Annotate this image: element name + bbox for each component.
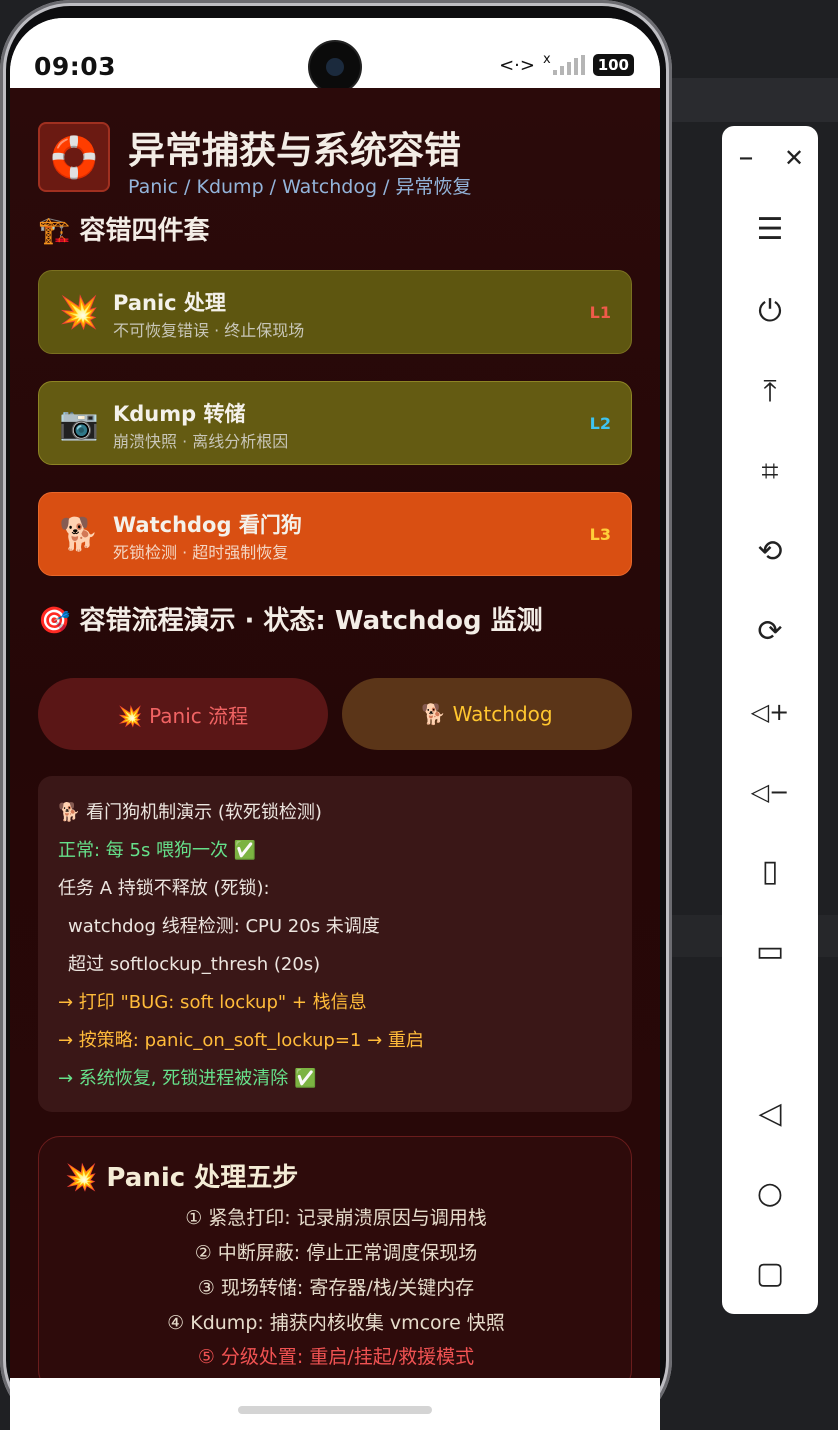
card-name: Watchdog 看门狗 <box>113 513 302 537</box>
crop-icon[interactable]: ⌗ <box>722 452 818 492</box>
lifebuoy-icon: 🛟 <box>40 124 108 190</box>
signal-icon <box>552 55 585 75</box>
network-icon: <·> <box>499 54 535 76</box>
close-icon[interactable]: ✕ <box>770 138 818 178</box>
step-item: ④ Kdump: 捕获内核收集 vmcore 快照 <box>167 1312 505 1334</box>
card-watchdog[interactable]: 🐕 Watchdog 看门狗 死锁检测 · 超时强制恢复 L3 <box>38 492 632 576</box>
camera-flash-icon: 📷 <box>59 404 99 442</box>
home-indicator[interactable] <box>238 1406 432 1414</box>
crane-icon: 🏗️ <box>38 216 71 246</box>
log-line: 超过 softlockup_thresh (20s) <box>68 954 321 975</box>
step-item: ① 紧急打印: 记录崩溃原因与调用栈 <box>185 1207 487 1229</box>
step-item: ⑤ 分级处置: 重启/挂起/救援模式 <box>197 1346 475 1368</box>
minimize-icon[interactable]: – <box>722 138 770 178</box>
steps-title: 💥 Panic 处理五步 <box>65 1163 299 1193</box>
emulator-toolbar: – ✕ ☰ ⏻ ⤒ ⌗ ⟲ ⟳ ◁+ ◁− ▯ ▭ ◁ ○ ▢ <box>722 126 818 1314</box>
card-panic[interactable]: 💥 Panic 处理 不可恢复错误 · 终止保现场 L1 <box>38 270 632 354</box>
section-title-demo: 🎯 容错流程演示 · 状态: Watchdog 监测 <box>38 600 543 637</box>
page-subtitle: Panic / Kdump / Watchdog / 异常恢复 <box>128 176 472 198</box>
log-line: 🐕 看门狗机制演示 (软死锁检测) <box>58 802 322 823</box>
volume-down-icon[interactable]: ◁− <box>722 772 818 812</box>
card-level: L3 <box>589 525 611 544</box>
target-icon: 🎯 <box>38 606 71 636</box>
log-line: → 打印 "BUG: soft lockup" + 栈信息 <box>58 992 367 1013</box>
power-icon[interactable]: ⏻ <box>722 292 818 332</box>
card-name: Kdump 转储 <box>113 402 246 426</box>
card-level: L1 <box>589 303 611 322</box>
rotate-right-icon[interactable]: ⟳ <box>722 612 818 652</box>
card-kdump[interactable]: 📷 Kdump 转储 崩溃快照 · 离线分析根因 L2 <box>38 381 632 465</box>
home-icon[interactable]: ○ <box>722 1174 818 1214</box>
back-icon[interactable]: ◁ <box>722 1094 818 1134</box>
watchdog-button[interactable]: 🐕 Watchdog <box>342 678 632 750</box>
log-line: 正常: 每 5s 喂狗一次 ✅ <box>58 840 257 861</box>
gesture-bar-area <box>10 1378 660 1430</box>
phone-frame: 09:03 <·> x 100 🛟 异常捕获与系统容错 Panic / Kdum… <box>0 0 672 1430</box>
demo-log-panel: 🐕 看门狗机制演示 (软死锁检测) 正常: 每 5s 喂狗一次 ✅ 任务 A 持… <box>38 776 632 1112</box>
section-title-text: 容错流程演示 · 状态: Watchdog 监测 <box>79 606 543 636</box>
card-desc: 死锁检测 · 超时强制恢复 <box>113 543 289 562</box>
log-line: → 系统恢复, 死锁进程被清除 ✅ <box>58 1068 317 1089</box>
status-bar: 09:03 <·> x 100 <box>10 18 660 92</box>
step-item: ③ 现场转储: 寄存器/栈/关键内存 <box>197 1277 475 1299</box>
no-signal-mark: x <box>542 51 551 67</box>
recent-apps-icon[interactable]: ▢ <box>722 1254 818 1294</box>
dog-icon: 🐕 <box>59 515 99 553</box>
explosion-icon: 💥 <box>59 293 99 331</box>
phone-screen: 09:03 <·> x 100 🛟 异常捕获与系统容错 Panic / Kdum… <box>10 18 660 1430</box>
card-name: Panic 处理 <box>113 291 226 315</box>
app-content: 🛟 异常捕获与系统容错 Panic / Kdump / Watchdog / 异… <box>10 88 660 1392</box>
status-icons: <·> x 100 <box>499 51 634 76</box>
card-desc: 不可恢复错误 · 终止保现场 <box>113 321 305 340</box>
section-title-toolkit: 🏗️ 容错四件套 <box>38 210 209 247</box>
rotate-left-icon[interactable]: ⟲ <box>722 532 818 572</box>
status-time: 09:03 <box>34 52 117 81</box>
multi-device-icon[interactable]: ▭ <box>722 932 818 972</box>
menu-icon[interactable]: ☰ <box>722 210 818 250</box>
panic-steps-panel: 💥 Panic 处理五步 ① 紧急打印: 记录崩溃原因与调用栈 ② 中断屏蔽: … <box>38 1136 632 1392</box>
log-line: 任务 A 持锁不释放 (死锁): <box>58 878 270 899</box>
card-level: L2 <box>589 414 611 433</box>
desktop-background <box>660 78 838 122</box>
volume-up-icon[interactable]: ◁+ <box>722 692 818 732</box>
card-desc: 崩溃快照 · 离线分析根因 <box>113 432 289 451</box>
pin-top-icon[interactable]: ⤒ <box>722 372 818 412</box>
log-line: watchdog 线程检测: CPU 20s 未调度 <box>68 916 380 937</box>
front-camera <box>310 42 360 92</box>
battery-icon: 100 <box>592 54 634 76</box>
section-title-text: 容错四件套 <box>79 216 210 246</box>
log-line: → 按策略: panic_on_soft_lockup=1 → 重启 <box>58 1030 424 1051</box>
shake-icon[interactable]: ▯ <box>722 852 818 892</box>
step-item: ② 中断屏蔽: 停止正常调度保现场 <box>194 1242 478 1264</box>
page-title: 异常捕获与系统容错 <box>128 129 461 172</box>
panic-flow-button[interactable]: 💥 Panic 流程 <box>38 678 328 750</box>
